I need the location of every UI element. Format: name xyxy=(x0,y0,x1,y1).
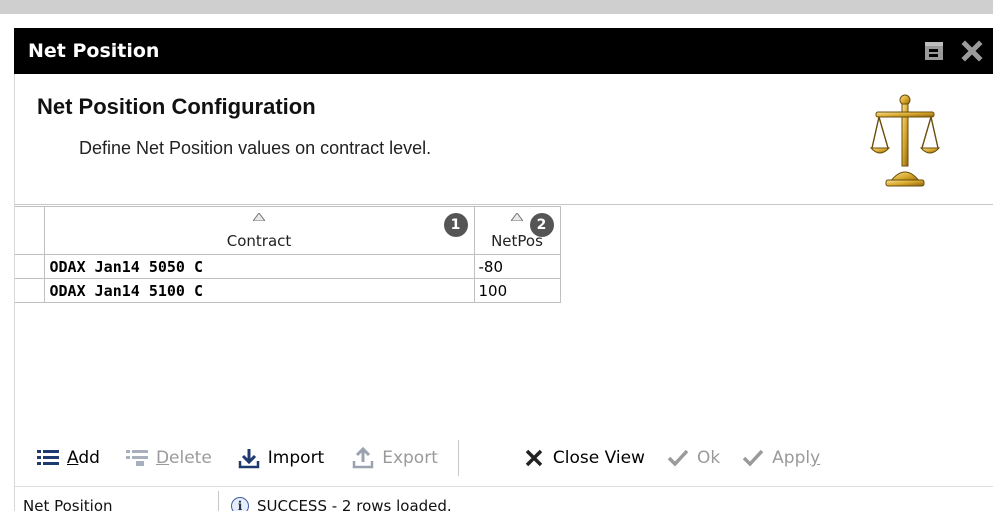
row-header[interactable] xyxy=(15,254,45,279)
add-rows-icon xyxy=(37,447,59,469)
apply-label: Apply xyxy=(772,448,820,468)
delete-mnemonic: D xyxy=(155,448,170,468)
delete-rows-icon xyxy=(125,447,148,469)
add-label-rest: dd xyxy=(78,448,100,468)
window-title: Net Position xyxy=(28,40,160,62)
net-position-table: Contract 1 NetPos 2 ODAX Jan14 5050 C -8… xyxy=(15,206,561,303)
ok-label: Ok xyxy=(696,448,721,468)
cell-contract[interactable]: ODAX Jan14 5100 C xyxy=(43,278,475,303)
toolbar-separator xyxy=(457,440,459,476)
export-label: Export xyxy=(382,448,438,468)
delete-button[interactable]: Delete xyxy=(125,441,212,475)
sort-ascending-icon xyxy=(511,213,523,221)
apply-button[interactable]: Apply xyxy=(742,441,820,475)
status-message-area: i SUCCESS - 2 rows loaded. xyxy=(219,497,452,511)
row-header-corner xyxy=(15,206,45,255)
column-header-contract[interactable]: Contract 1 xyxy=(43,206,475,255)
checkmark-icon xyxy=(667,447,689,469)
restore-window-icon xyxy=(925,42,943,60)
delete-label-rest: elete xyxy=(169,448,212,468)
import-label: Import xyxy=(267,448,325,468)
config-subtitle: Define Net Position values on contract l… xyxy=(79,138,432,158)
table-header-row: Contract 1 NetPos 2 xyxy=(15,206,561,255)
column-badge-1: 1 xyxy=(443,213,468,237)
add-label: Add xyxy=(67,448,100,468)
apply-label-lead: Appl xyxy=(772,448,811,468)
close-view-icon xyxy=(523,447,545,469)
add-button[interactable]: Add xyxy=(37,441,100,475)
close-window-button[interactable] xyxy=(955,34,989,68)
scales-of-justice-icon xyxy=(870,94,940,187)
status-message: SUCCESS - 2 rows loaded. xyxy=(257,497,452,511)
table-row[interactable]: ODAX Jan14 5050 C -80 xyxy=(15,254,561,279)
checkmark-icon xyxy=(742,447,764,469)
cell-contract[interactable]: ODAX Jan14 5050 C xyxy=(43,254,475,279)
close-icon xyxy=(961,40,983,62)
status-view-name: Net Position xyxy=(15,491,219,511)
cell-netpos[interactable]: -80 xyxy=(473,254,561,279)
action-toolbar: Add Delete Import Export Close View Ok A… xyxy=(15,436,993,480)
cell-netpos[interactable]: 100 xyxy=(473,278,561,303)
import-button[interactable]: Import xyxy=(238,441,324,475)
content-area: Net Position Configuration Define Net Po… xyxy=(14,74,993,511)
net-position-grid: Contract 1 NetPos 2 ODAX Jan14 5050 C -8… xyxy=(15,206,993,426)
title-bar: Net Position xyxy=(14,28,993,74)
ok-button[interactable]: Ok xyxy=(667,441,720,475)
table-row[interactable]: ODAX Jan14 5100 C 100 xyxy=(15,278,561,303)
column-badge-2: 2 xyxy=(529,213,554,237)
add-mnemonic: A xyxy=(67,448,79,468)
column-header-netpos[interactable]: NetPos 2 xyxy=(473,206,561,255)
net-position-window: Net Position Net Position Configuration … xyxy=(0,0,993,511)
row-header[interactable] xyxy=(15,278,45,303)
status-bar: Net Position i SUCCESS - 2 rows loaded. xyxy=(15,486,993,511)
restore-window-button[interactable] xyxy=(917,34,951,68)
delete-label: Delete xyxy=(156,448,212,468)
close-view-button[interactable]: Close View xyxy=(523,441,645,475)
config-header: Net Position Configuration Define Net Po… xyxy=(15,74,993,205)
sort-ascending-icon xyxy=(253,213,265,221)
import-icon xyxy=(238,447,260,469)
config-title: Net Position Configuration xyxy=(37,94,316,119)
close-view-label: Close View xyxy=(552,448,645,468)
export-button[interactable]: Export xyxy=(352,441,438,475)
column-label-contract: Contract xyxy=(226,232,292,250)
apply-mnemonic: y xyxy=(810,448,821,468)
info-icon: i xyxy=(231,497,249,511)
export-icon xyxy=(352,447,374,469)
